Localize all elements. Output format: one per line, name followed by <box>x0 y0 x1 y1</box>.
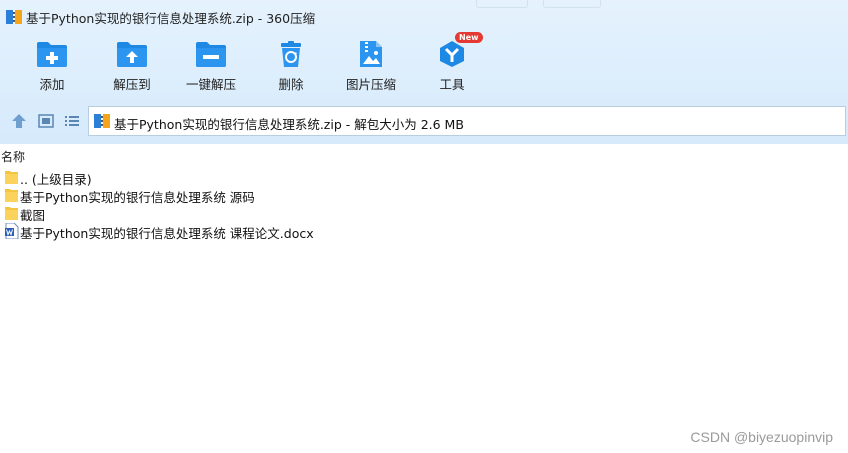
tools-icon <box>440 41 464 67</box>
list-item-source-folder[interactable]: 基于Python实现的银行信息处理系统 源码 <box>0 186 848 205</box>
folder-extract-icon <box>117 42 147 67</box>
window-title: 基于Python实现的银行信息处理系统.zip - 360压缩 <box>26 11 316 26</box>
column-header: 名称 <box>0 146 848 166</box>
titlebar-close-button[interactable] <box>543 0 601 8</box>
list-item-docx-file[interactable]: 基于Python实现的银行信息处理系统 课程论文.docx <box>0 222 848 241</box>
titlebar-minimize-button[interactable] <box>476 0 528 8</box>
list-item-parent-directory[interactable]: .. (上级目录) <box>0 168 848 187</box>
up-level-icon[interactable] <box>10 112 28 130</box>
delete-button[interactable]: 删除 <box>256 34 326 96</box>
file-list: .. (上级目录) 基于Python实现的银行信息处理系统 源码 截图 基于Py… <box>0 168 848 241</box>
extract-to-button-label: 解压到 <box>113 77 151 92</box>
add-button-label: 添加 <box>39 77 65 92</box>
tools-button-label: 工具 <box>439 77 465 92</box>
list-view-icon[interactable] <box>63 112 81 130</box>
column-name-header[interactable]: 名称 <box>1 148 25 165</box>
image-compress-icon <box>360 41 382 67</box>
add-button[interactable]: 添加 <box>17 34 87 96</box>
image-compress-button-label: 图片压缩 <box>345 77 396 92</box>
toolbar: 添加 解压到 一键解压 删除 图片压缩 New 工具 <box>0 32 848 98</box>
tools-button[interactable]: New 工具 <box>417 32 487 96</box>
folder-one-click-extract-icon <box>196 42 226 67</box>
delete-button-label: 删除 <box>278 77 304 92</box>
folder-icon <box>5 171 18 184</box>
list-item-label: 基于Python实现的银行信息处理系统 课程论文.docx <box>20 226 314 241</box>
list-item-screenshots-folder[interactable]: 截图 <box>0 204 848 223</box>
archive-icon <box>94 114 110 128</box>
folder-icon <box>5 189 18 202</box>
address-text: 基于Python实现的银行信息处理系统.zip - 解包大小为 2.6 MB <box>114 117 464 132</box>
trash-icon <box>281 41 301 67</box>
address-bar[interactable]: 基于Python实现的银行信息处理系统.zip - 解包大小为 2.6 MB <box>88 106 846 136</box>
extract-to-button[interactable]: 解压到 <box>97 34 167 96</box>
watermark: CSDN @biyezuopinvip <box>690 429 833 445</box>
navigation-bar: 基于Python实现的银行信息处理系统.zip - 解包大小为 2.6 MB <box>0 104 848 138</box>
one-click-extract-button[interactable]: 一键解压 <box>176 34 246 96</box>
title-bar: 基于Python实现的银行信息处理系统.zip - 360压缩 <box>0 0 848 32</box>
archive-app-icon <box>6 10 22 24</box>
folder-icon <box>5 207 18 220</box>
thumbnail-view-icon[interactable] <box>37 112 55 130</box>
one-click-extract-button-label: 一键解压 <box>185 77 236 92</box>
image-compress-button[interactable]: 图片压缩 <box>336 34 406 96</box>
window-header: 基于Python实现的银行信息处理系统.zip - 360压缩 添加 解压到 一… <box>0 0 848 144</box>
new-badge: New <box>455 32 483 43</box>
folder-add-icon <box>37 42 67 67</box>
word-document-icon <box>5 223 19 239</box>
